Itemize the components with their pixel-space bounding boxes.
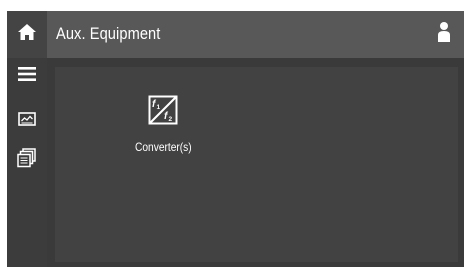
- stacked-pages-icon: [17, 147, 37, 173]
- menu-icon: [18, 66, 36, 87]
- svg-text:2: 2: [169, 116, 173, 123]
- sidebar: [7, 58, 47, 267]
- frequency-converter-icon: f 1 f 2: [148, 95, 178, 130]
- main-content: f 1 f 2 Converter(s): [55, 67, 458, 262]
- app-frame: Aux. Equipment f 1 f 2 Converter(s): [7, 11, 464, 267]
- header-bar: Aux. Equipment: [7, 11, 464, 58]
- pages-button[interactable]: [7, 144, 47, 176]
- tile-label: Converter(s): [134, 140, 192, 154]
- svg-text:1: 1: [157, 104, 161, 111]
- home-button[interactable]: [7, 11, 47, 58]
- chart-icon: [18, 111, 36, 131]
- converters-tile[interactable]: f 1 f 2 Converter(s): [131, 95, 195, 159]
- home-icon: [17, 23, 37, 46]
- user-icon: [437, 21, 451, 48]
- menu-button[interactable]: [7, 60, 47, 92]
- page-title: Aux. Equipment: [56, 24, 161, 43]
- chart-button[interactable]: [7, 105, 47, 137]
- user-button[interactable]: [424, 11, 464, 58]
